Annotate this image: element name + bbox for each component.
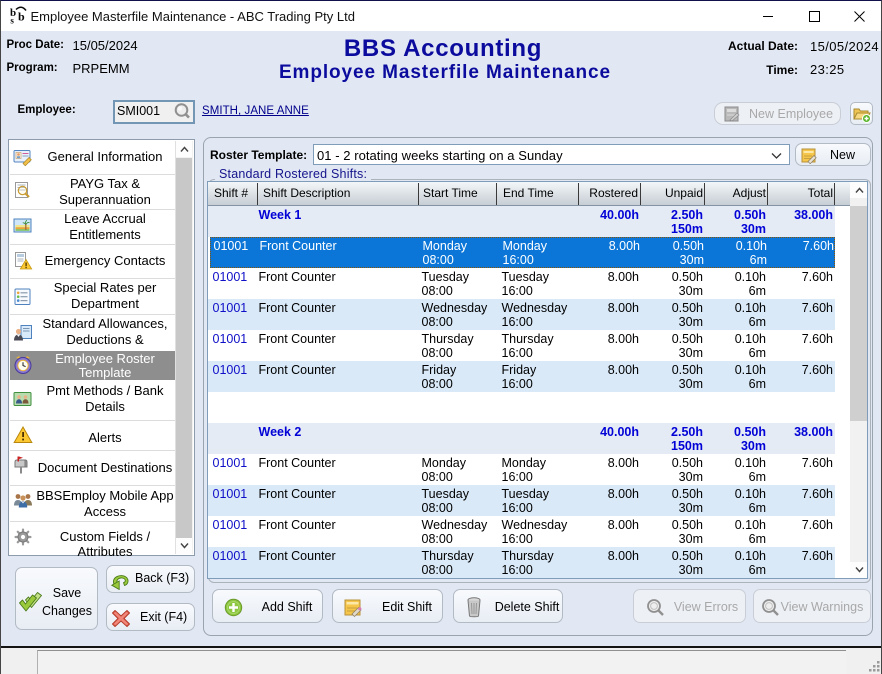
svg-text:s: s bbox=[10, 16, 14, 26]
svg-text:b: b bbox=[18, 10, 25, 24]
